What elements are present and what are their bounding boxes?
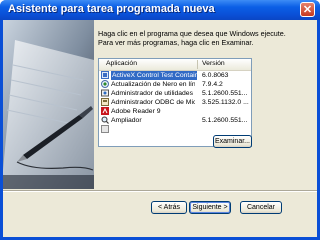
list-item[interactable]: Ampliador 5.1.2600.551... <box>99 116 251 125</box>
nero-update-icon <box>101 80 109 88</box>
column-separator[interactable] <box>197 60 198 69</box>
item-version: 5.1.2600.551... <box>202 90 248 97</box>
browse-button[interactable]: Examinar... <box>213 135 252 148</box>
wizard-side-image <box>3 20 94 189</box>
instruction-line-1: Haga clic en el programa que desea que W… <box>98 29 286 38</box>
list-header: Aplicación Versión <box>99 59 251 71</box>
instruction-line-2: Para ver más programas, haga clic en Exa… <box>98 38 254 47</box>
adobe-reader-icon <box>101 107 109 115</box>
column-header-version[interactable]: Versión <box>202 60 225 67</box>
item-name: Ampliador <box>111 117 142 124</box>
utility-manager-icon <box>101 89 109 97</box>
column-header-application[interactable]: Aplicación <box>106 60 137 67</box>
program-list[interactable]: Aplicación Versión ActiveX Control Test … <box>98 58 252 147</box>
item-name: Administrador de utilidades <box>111 90 193 97</box>
title-bar[interactable]: Asistente para tarea programada nueva ✕ <box>0 0 320 20</box>
item-version: 7.9.4.2 <box>202 81 223 88</box>
footer-divider <box>3 190 317 192</box>
close-icon: ✕ <box>302 4 313 16</box>
close-button[interactable]: ✕ <box>300 2 315 17</box>
next-button[interactable]: Siguiente > <box>189 201 231 214</box>
item-name: Actualización de Nero en línea <box>111 81 195 88</box>
item-name: Adobe Reader 9 <box>111 108 161 115</box>
wizard-window: Asistente para tarea programada nueva ✕ <box>0 0 320 240</box>
item-name: ActiveX Control Test Container <box>111 71 197 80</box>
item-version: 3.525.1132.0 ... <box>202 99 249 106</box>
list-item[interactable]: Administrador de utilidades 5.1.2600.551… <box>99 89 251 98</box>
list-item[interactable]: Actualización de Nero en línea 7.9.4.2 <box>99 80 251 89</box>
instructions: Haga clic en el programa que desea que W… <box>98 29 313 47</box>
list-item[interactable]: ActiveX Control Test Container 6.0.8063 <box>99 71 251 80</box>
list-item[interactable]: Administrador ODBC de Micro... 3.525.113… <box>99 98 251 107</box>
wizard-content: Haga clic en el programa que desea que W… <box>97 20 317 190</box>
item-version: 5.1.2600.551... <box>202 117 248 124</box>
pen-and-paper-image <box>3 20 94 189</box>
partial-row-icon <box>101 125 109 133</box>
list-item[interactable] <box>99 125 251 134</box>
window-title: Asistente para tarea programada nueva <box>8 3 215 15</box>
item-version: 6.0.8063 <box>202 72 229 79</box>
cancel-button[interactable]: Cancelar <box>240 201 282 214</box>
list-item[interactable]: Adobe Reader 9 <box>99 107 251 116</box>
activex-icon <box>101 71 109 79</box>
back-button[interactable]: < Atrás <box>151 201 187 214</box>
magnifier-icon <box>101 116 109 124</box>
odbc-icon <box>101 98 109 106</box>
item-name: Administrador ODBC de Micro... <box>111 99 195 106</box>
